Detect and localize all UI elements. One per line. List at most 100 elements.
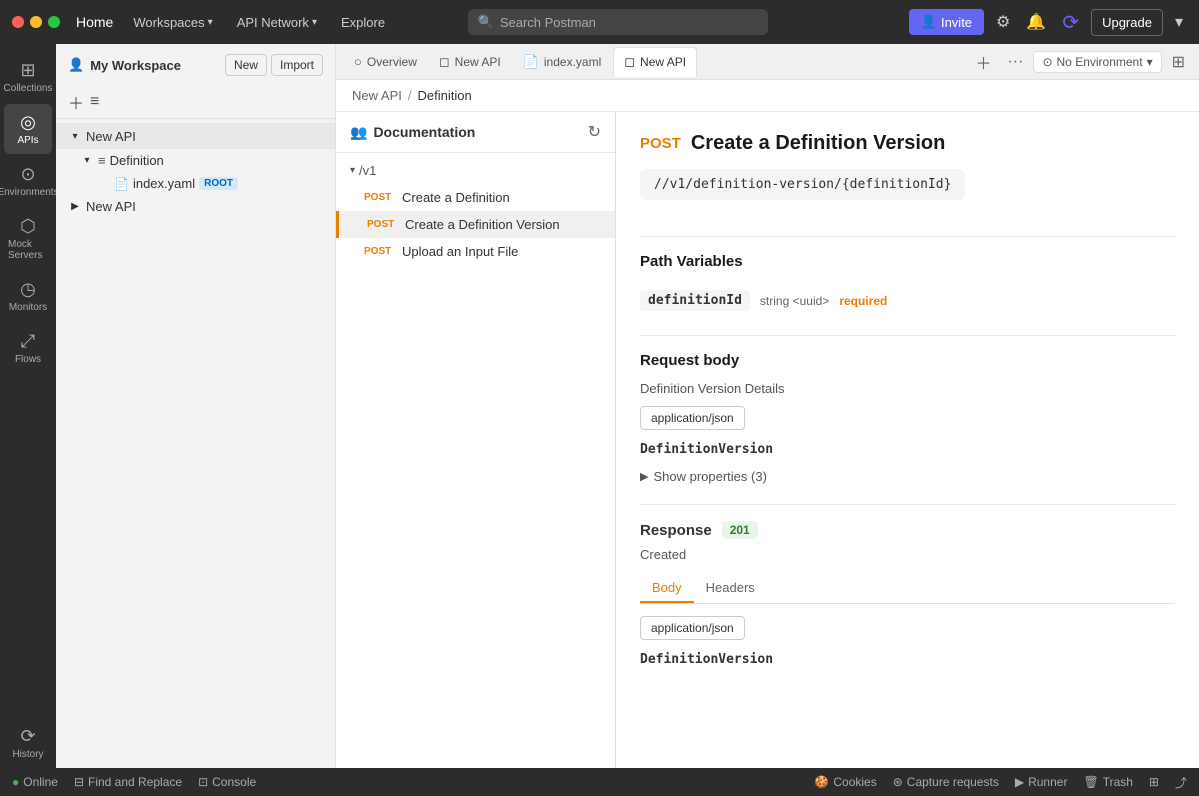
tab-actions: ＋ ··· ⊙ No Environment ▾ ⊞ (969, 48, 1191, 76)
minimize-button[interactable] (30, 16, 42, 28)
sidebar-item-collections[interactable]: ⊞ Collections (4, 52, 52, 102)
flows-icon: ⤢ (21, 331, 35, 352)
nav-explore[interactable]: Explore (333, 11, 393, 34)
tab-overview[interactable]: ○ Overview (344, 48, 427, 75)
resp-tab-body[interactable]: Body (640, 574, 694, 603)
req-body-desc: Definition Version Details (640, 381, 1175, 396)
sidebar-item-environments[interactable]: ⊙ Environments (4, 156, 52, 206)
sync-icon[interactable]: ⟳ (1058, 6, 1083, 39)
sort-icon[interactable]: ≡ (90, 93, 99, 111)
panel-tree: ▾ New API ··· ▾ ≡ Definition 📄 index.yam… (56, 119, 335, 768)
detail-panel: POST Create a Definition Version //v1/de… (616, 112, 1199, 768)
share-button[interactable]: ⤴ (1175, 774, 1187, 791)
sidebar-item-flows[interactable]: ⤢ Flows (4, 323, 52, 373)
settings-icon[interactable]: ⚙ (992, 8, 1014, 36)
history-icon: ⟳ (20, 726, 35, 747)
close-button[interactable] (12, 16, 24, 28)
trash-button[interactable]: 🗑 Trash (1083, 775, 1132, 789)
status-badge: 201 (722, 521, 758, 539)
grid-icon: ⊞ (1149, 775, 1159, 789)
tree-item-name: New API (86, 129, 136, 144)
panel-header: 👤 My Workspace New Import (56, 44, 335, 86)
grid-view-button[interactable]: ⊞ (1149, 775, 1159, 789)
more-tabs-button[interactable]: ··· (1001, 51, 1029, 73)
overview-icon: ○ (354, 54, 362, 69)
path-var-row: definitionId string <uuid> required (640, 282, 1175, 319)
method-label: POST (640, 135, 681, 152)
import-button[interactable]: Import (271, 54, 323, 76)
workspaces-chevron-icon: ▾ (208, 17, 213, 28)
response-content-type-badge[interactable]: application/json (640, 616, 745, 640)
response-row: Response 201 (640, 521, 1175, 539)
sidebar-item-history[interactable]: ⟳ History (4, 718, 52, 768)
traffic-lights (12, 16, 60, 28)
nav-home[interactable]: Home (76, 14, 113, 30)
add-tab-button[interactable]: ＋ (969, 48, 997, 76)
online-status: ● Online (12, 775, 58, 789)
doc-panel: 👥 Documentation ↻ ▾ /v1 POST Create a De… (336, 112, 616, 768)
console-icon: ⊡ (198, 775, 208, 789)
show-properties-button[interactable]: ▶ Show properties (3) (640, 465, 1175, 488)
breadcrumb-current: Definition (417, 88, 471, 103)
tree-item-new-api-2[interactable]: ▶ New API (56, 195, 335, 218)
doc-endpoint-create-definition-version[interactable]: POST Create a Definition Version (336, 211, 615, 238)
collections-icon: ⊞ (20, 60, 35, 81)
doc-version[interactable]: ▾ /v1 (336, 157, 615, 184)
nav-api-network[interactable]: API Network ▾ (229, 11, 325, 34)
doc-endpoint-create-definition[interactable]: POST Create a Definition (336, 184, 615, 211)
console-button[interactable]: ⊡ Console (198, 775, 256, 789)
doc-endpoint-upload-input[interactable]: POST Upload an Input File (336, 238, 615, 265)
cookies-icon: 🍪 (814, 775, 829, 789)
env-selector[interactable]: ⊙ No Environment ▾ (1033, 51, 1161, 73)
tabs-bar: ○ Overview ◻ New API 📄 index.yaml ◻ New … (336, 44, 1199, 80)
capture-requests-button[interactable]: ⊛ Capture requests (893, 775, 999, 789)
root-tag: ROOT (199, 177, 238, 190)
breadcrumb-parent[interactable]: New API (352, 88, 402, 103)
path-box: //v1/definition-version/{definitionId} (640, 169, 965, 200)
resp-tab-headers[interactable]: Headers (694, 574, 767, 603)
tree-item-new-api-root[interactable]: ▾ New API ··· (56, 123, 335, 149)
method-badge-post: POST (367, 219, 397, 230)
tab-new-api[interactable]: ◻ New API (429, 48, 511, 76)
find-replace-button[interactable]: ⊟ Find and Replace (74, 775, 182, 789)
tree-item-name: Definition (110, 153, 164, 168)
runner-button[interactable]: ▶ Runner (1015, 775, 1068, 789)
add-icon[interactable]: ＋ (68, 90, 84, 114)
search-bar[interactable]: 🔍 Search Postman (468, 9, 768, 35)
doc-title: 👥 Documentation (350, 124, 475, 141)
tree-item-definition[interactable]: ▾ ≡ Definition (56, 149, 335, 172)
online-icon: ● (12, 775, 19, 789)
search-icon: 🔍 (478, 14, 494, 30)
person-icon: 👤 (921, 14, 937, 30)
upgrade-button[interactable]: Upgrade (1091, 9, 1163, 36)
sidebar-item-monitors[interactable]: ◷ Monitors (4, 271, 52, 321)
workspace-name: 👤 My Workspace (68, 57, 181, 73)
response-desc: Created (640, 547, 1175, 562)
nav-workspaces[interactable]: Workspaces ▾ (125, 11, 220, 34)
maximize-button[interactable] (48, 16, 60, 28)
breadcrumb-separator: / (408, 88, 412, 103)
notifications-icon[interactable]: 🔔 (1022, 8, 1050, 36)
tree-item-index-yaml[interactable]: 📄 index.yaml ROOT (56, 172, 335, 195)
param-required: required (839, 294, 887, 308)
method-badge-post: POST (364, 192, 394, 203)
chevron-right-icon: ▶ (640, 470, 648, 483)
invite-button[interactable]: 👤 Invite (909, 9, 984, 35)
sidebar-item-label: Monitors (9, 302, 47, 313)
refresh-icon[interactable]: ↻ (588, 122, 601, 142)
env-settings-button[interactable]: ⊞ (1166, 50, 1191, 74)
tab-new-api-active[interactable]: ◻ New API (613, 47, 697, 77)
new-button[interactable]: New (225, 54, 267, 76)
param-name: definitionId (640, 290, 750, 311)
tab-index-yaml[interactable]: 📄 index.yaml (513, 48, 612, 76)
chevron-down-icon: ▾ (68, 131, 82, 142)
sidebar-icons: ⊞ Collections ◎ APIs ⊙ Environments ⬡ Mo… (0, 44, 56, 768)
content-type-badge[interactable]: application/json (640, 406, 745, 430)
expand-icon[interactable]: ▾ (1171, 8, 1187, 36)
chevron-down-icon: ▾ (80, 155, 94, 166)
detail-method-title: POST Create a Definition Version (640, 132, 1175, 155)
sidebar-item-mock-servers[interactable]: ⬡ Mock Servers (4, 208, 52, 269)
sidebar-item-apis[interactable]: ◎ APIs (4, 104, 52, 154)
cookies-button[interactable]: 🍪 Cookies (814, 775, 876, 789)
sidebar-item-label: Mock Servers (8, 239, 48, 261)
